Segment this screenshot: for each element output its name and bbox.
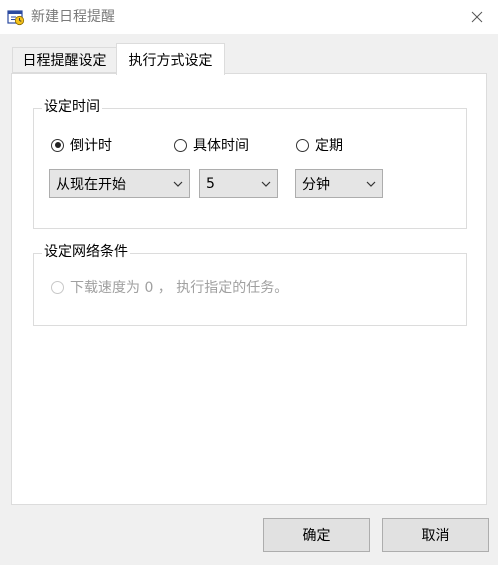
radio-checked-icon: [51, 138, 64, 152]
network-group-title: 设定网络条件: [42, 243, 130, 261]
amount-dropdown-value: 5: [206, 175, 215, 192]
window-title: 新建日程提醒: [31, 9, 115, 25]
chevron-down-icon: [169, 170, 187, 197]
ok-button[interactable]: 确定: [263, 518, 370, 552]
time-group-title: 设定时间: [42, 98, 102, 116]
chevron-down-icon: [362, 170, 380, 197]
radio-unchecked-icon: [174, 138, 187, 152]
schedule-reminder-icon: [7, 9, 25, 26]
unit-dropdown[interactable]: 分钟: [295, 169, 383, 198]
start-dropdown[interactable]: 从现在开始: [49, 169, 190, 198]
close-icon: [471, 11, 483, 23]
countdown-radio[interactable]: 倒计时: [51, 135, 112, 155]
periodic-label: 定期: [315, 138, 343, 154]
radio-unchecked-icon: [51, 280, 64, 294]
download-speed-label: 下载速度为 0 ， 执行指定的任务。: [70, 280, 289, 296]
start-dropdown-value: 从现在开始: [56, 176, 126, 193]
tab-execution-mode[interactable]: 执行方式设定: [116, 43, 225, 75]
specific-time-radio[interactable]: 具体时间: [174, 135, 249, 155]
radio-unchecked-icon: [296, 138, 309, 152]
periodic-radio[interactable]: 定期: [296, 135, 343, 155]
chevron-down-icon: [257, 170, 275, 197]
unit-dropdown-value: 分钟: [302, 176, 330, 193]
cancel-button[interactable]: 取消: [382, 518, 489, 552]
countdown-label: 倒计时: [70, 138, 112, 154]
amount-dropdown[interactable]: 5: [199, 169, 278, 198]
close-button[interactable]: [456, 0, 498, 34]
download-speed-radio[interactable]: 下载速度为 0 ， 执行指定的任务。: [51, 277, 288, 297]
tab-schedule-reminder[interactable]: 日程提醒设定: [12, 47, 117, 73]
specific-time-label: 具体时间: [193, 138, 249, 154]
